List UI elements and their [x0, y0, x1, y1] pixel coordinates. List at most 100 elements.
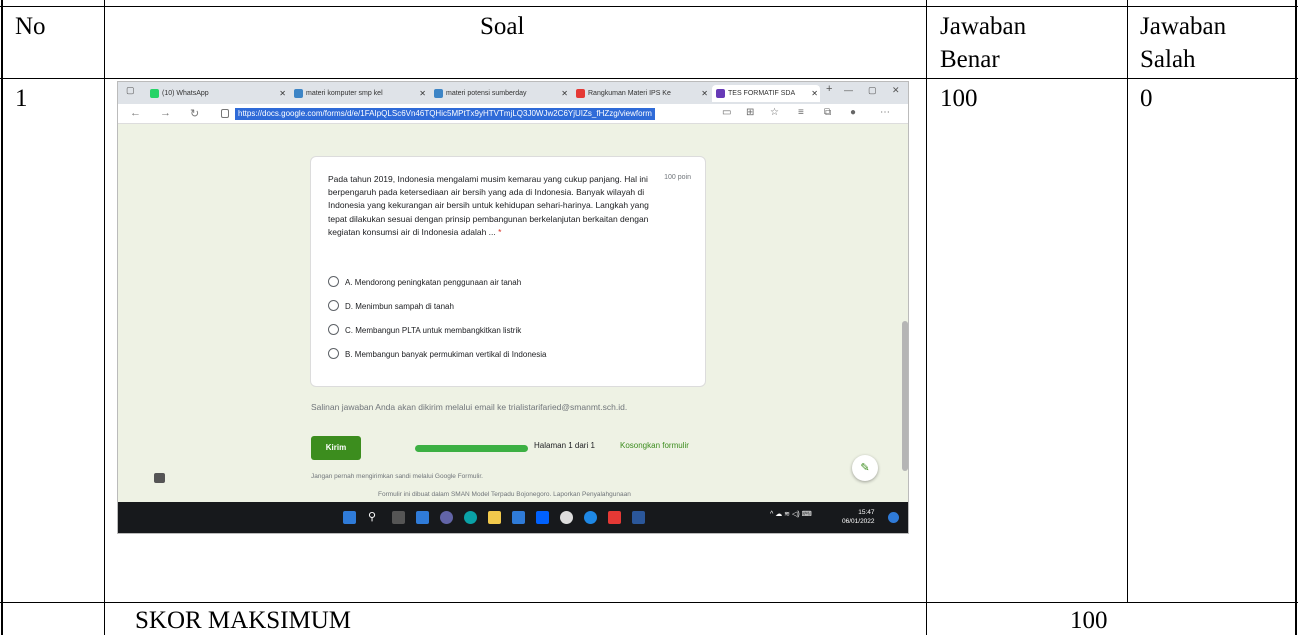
system-tray-icons[interactable]: ^ ☁ ≋ ◁) ⌨ [770, 510, 812, 518]
google-forms-icon [716, 89, 725, 98]
profile-icon[interactable]: ● [850, 107, 856, 118]
page-indicator: Halaman 1 dari 1 [534, 441, 595, 450]
option-radio[interactable]: B. Membangun banyak permukiman vertikal … [328, 348, 546, 362]
mail-icon[interactable] [512, 511, 525, 524]
window-close-icon[interactable]: ✕ [892, 85, 900, 96]
forward-icon[interactable]: → [160, 107, 171, 119]
radio-icon[interactable] [328, 348, 339, 360]
close-icon[interactable]: ✕ [561, 85, 568, 102]
close-icon[interactable]: ✕ [419, 85, 426, 102]
tab-label: materi komputer smp kel [306, 90, 383, 97]
grid-line [0, 6, 1298, 7]
option-label: A. Mendorong peningkatan penggunaan air … [345, 278, 522, 287]
chat-icon[interactable] [440, 511, 453, 524]
option-radio[interactable]: A. Mendorong peningkatan penggunaan air … [328, 276, 521, 290]
lock-icon [221, 109, 229, 118]
email-notice: Salinan jawaban Anda akan dikirim melalu… [311, 402, 628, 412]
browser-tab-active[interactable]: TES FORMATIF SDA ✕ [712, 85, 820, 102]
question-card: Pada tahun 2019, Indonesia mengalami mus… [310, 156, 706, 387]
scrollbar-thumb[interactable] [902, 321, 908, 471]
bing-icon [434, 89, 443, 98]
question-text: Pada tahun 2019, Indonesia mengalami mus… [328, 173, 663, 239]
widgets-icon[interactable] [416, 511, 429, 524]
office-icon[interactable] [608, 511, 621, 524]
row-jawaban-benar: 100 [940, 85, 978, 112]
submit-button[interactable]: Kirim [311, 436, 361, 460]
word-icon[interactable] [632, 511, 645, 524]
header-jawaban-benar-line1: Jawaban [940, 13, 1027, 40]
app-s-icon[interactable] [584, 511, 597, 524]
option-label: D. Menimbun sampah di tanah [345, 302, 454, 311]
row-jawaban-salah: 0 [1140, 85, 1153, 112]
header-soal: Soal [480, 13, 525, 40]
maximize-icon[interactable]: ▢ [868, 85, 877, 96]
chrome-icon[interactable] [560, 511, 573, 524]
edge-icon[interactable] [464, 511, 477, 524]
url-field[interactable]: https://docs.google.com/forms/d/e/1FAIpQ… [235, 108, 655, 120]
more-icon[interactable]: ⋯ [880, 107, 890, 118]
required-mark: * [498, 226, 502, 237]
favorite-icon[interactable]: ☆ [770, 107, 779, 118]
apps-icon[interactable]: ⊞ [746, 107, 754, 118]
browser-tab[interactable]: (10) WhatsApp ✕ [146, 85, 288, 102]
tab-actions-icon[interactable]: ▢ [126, 85, 135, 96]
header-no: No [15, 13, 46, 40]
feedback-icon[interactable] [154, 473, 165, 483]
clock-time: 15:47 [858, 509, 875, 516]
clear-form-button[interactable]: Kosongkan formulir [620, 441, 689, 450]
radio-icon[interactable] [328, 324, 339, 336]
radio-icon[interactable] [328, 300, 339, 312]
option-label: C. Membangun PLTA untuk membangkitkan li… [345, 326, 522, 335]
clock-date: 06/01/2022 [842, 518, 875, 525]
grid-line [104, 0, 105, 635]
close-icon[interactable]: ✕ [701, 85, 708, 102]
tab-label: materi potensi sumberday [446, 90, 527, 97]
new-tab-icon[interactable]: + [826, 83, 832, 95]
reader-icon[interactable]: ▭ [722, 107, 731, 118]
grid-line [926, 0, 927, 635]
option-radio[interactable]: C. Membangun PLTA untuk membangkitkan li… [328, 324, 521, 338]
grid-line [1295, 0, 1297, 635]
favorites-list-icon[interactable]: ≡ [798, 107, 804, 118]
reload-icon[interactable]: ↻ [190, 107, 199, 120]
search-icon[interactable]: ⚲ [368, 511, 381, 524]
windows-start-icon[interactable] [343, 511, 356, 524]
password-warning: Jangan pernah mengirimkan sandi melalui … [311, 473, 483, 480]
radio-icon[interactable] [328, 276, 339, 288]
question-body: Pada tahun 2019, Indonesia mengalami mus… [328, 174, 649, 237]
header-jawaban-benar-line2: Benar [940, 46, 1000, 73]
edit-pencil-icon[interactable]: ✎ [852, 455, 878, 481]
youtube-icon [576, 89, 585, 98]
grid-line [0, 78, 1298, 79]
form-footer: Formulir ini dibuat dalam SMAN Model Ter… [378, 491, 631, 498]
progress-bar [415, 445, 528, 452]
bing-icon [294, 89, 303, 98]
browser-tab[interactable]: materi komputer smp kel ✕ [290, 85, 428, 102]
tab-label: TES FORMATIF SDA [728, 90, 796, 97]
windows-taskbar: ⚲ ^ ☁ ≋ ◁) ⌨ 15:47 06/01/2022 [118, 502, 908, 533]
row-no: 1 [15, 85, 28, 112]
file-explorer-icon[interactable] [488, 511, 501, 524]
notification-icon[interactable] [888, 512, 899, 523]
skor-maksimum-value: 100 [1070, 607, 1108, 634]
option-label: B. Membangun banyak permukiman vertikal … [345, 350, 547, 359]
task-view-icon[interactable] [392, 511, 405, 524]
browser-tab[interactable]: materi potensi sumberday ✕ [430, 85, 570, 102]
clock[interactable]: 15:47 06/01/2022 [842, 508, 875, 526]
collections-icon[interactable]: ⧉ [824, 107, 831, 118]
whatsapp-icon [150, 89, 159, 98]
minimize-icon[interactable]: — [844, 85, 853, 95]
tab-label: (10) WhatsApp [162, 90, 209, 97]
dropbox-icon[interactable] [536, 511, 549, 524]
browser-tab[interactable]: Rangkuman Materi IPS Ke ✕ [572, 85, 710, 102]
question-screenshot: ▢ (10) WhatsApp ✕ materi komputer smp ke… [117, 81, 909, 534]
back-icon[interactable]: ← [130, 107, 141, 119]
close-icon[interactable]: ✕ [279, 85, 286, 102]
tab-label: Rangkuman Materi IPS Ke [588, 90, 671, 97]
browser-tabbar: ▢ (10) WhatsApp ✕ materi komputer smp ke… [118, 82, 908, 104]
option-radio[interactable]: D. Menimbun sampah di tanah [328, 300, 454, 314]
skor-maksimum-label: SKOR MAKSIMUM [135, 607, 352, 634]
close-icon[interactable]: ✕ [811, 85, 818, 102]
scrollbar[interactable] [899, 125, 908, 500]
grid-line [1, 0, 3, 635]
